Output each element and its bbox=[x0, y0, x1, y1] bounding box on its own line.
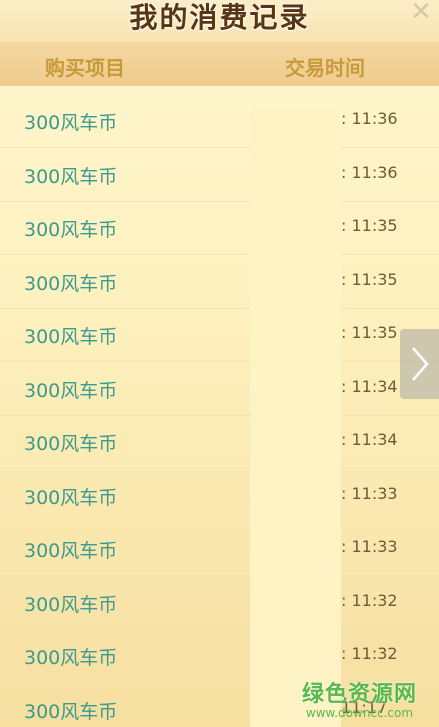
row-item: 300风车币 bbox=[24, 272, 118, 295]
row-item: 300风车币 bbox=[24, 112, 118, 134]
row-item: 300风车币 bbox=[24, 593, 118, 616]
row-time: : 11:34 bbox=[341, 430, 398, 449]
row-time: : 11:33 bbox=[341, 483, 398, 503]
row-time: : 11:35 bbox=[341, 323, 398, 342]
table-row: 300风车币 : 11:35 bbox=[0, 201, 439, 255]
row-time: : 11:33 bbox=[341, 537, 398, 556]
page-title: 我的消费记录 bbox=[129, 1, 310, 34]
next-page-button[interactable] bbox=[400, 329, 439, 399]
row-time: : 11:35 bbox=[341, 216, 398, 235]
table-row: 300风车币 : 11:32 bbox=[0, 576, 439, 630]
row-item: 300风车币 bbox=[24, 433, 118, 455]
table-row: 300风车币 : 11:33 bbox=[0, 469, 439, 523]
purchase-record-list[interactable]: 300风车币 : 11:36 300风车币 : 11:36 300风车币 : 1… bbox=[0, 94, 439, 727]
table-row: 300风车币 : 11:32 bbox=[0, 629, 439, 683]
watermark-title: 绿色资源网 bbox=[301, 682, 417, 707]
row-item: 300风车币 bbox=[24, 379, 118, 402]
table-row: 300风车币 : 11:36 bbox=[0, 94, 439, 148]
row-time: : 11:36 bbox=[341, 162, 398, 182]
row-time: : 11:35 bbox=[341, 269, 398, 289]
row-item: 300风车币 bbox=[24, 700, 118, 723]
table-row: 300风车币 : 11:33 bbox=[0, 522, 439, 576]
table-row: 300风车币 : 11:34 bbox=[0, 362, 439, 416]
row-time: : 11:34 bbox=[341, 376, 398, 396]
row-item: 300风车币 bbox=[24, 647, 118, 669]
row-item: 300风车币 bbox=[24, 326, 118, 348]
chevron-right-icon bbox=[411, 347, 429, 381]
row-time: : 11:36 bbox=[341, 109, 398, 128]
row-time: : 11:32 bbox=[341, 590, 398, 610]
table-row: 300风车币 : 11:35 bbox=[0, 308, 439, 362]
row-item: 300风车币 bbox=[24, 540, 118, 562]
column-header-item: 购买项目 bbox=[45, 56, 125, 80]
row-item: 300风车币 bbox=[24, 219, 118, 241]
table-header: 购买项目 交易时间 bbox=[0, 42, 439, 86]
table-row: 300风车币 : 11:34 bbox=[0, 415, 439, 469]
watermark: 绿色资源网 www.downcc.com bbox=[302, 676, 417, 720]
row-time: : 11:32 bbox=[341, 644, 398, 663]
row-item: 300风车币 bbox=[24, 486, 118, 509]
row-item: 300风车币 bbox=[24, 165, 118, 188]
close-icon[interactable]: ✕ bbox=[407, 0, 435, 26]
table-row: 300风车币 : 11:36 bbox=[0, 148, 439, 202]
title-bar: 我的消费记录 ✕ bbox=[0, 0, 439, 42]
column-header-time: 交易时间 bbox=[285, 56, 365, 80]
watermark-url: www.downcc.com bbox=[305, 706, 414, 720]
date-redaction-overlay bbox=[250, 106, 341, 727]
table-row: 300风车币 : 11:35 bbox=[0, 255, 439, 309]
